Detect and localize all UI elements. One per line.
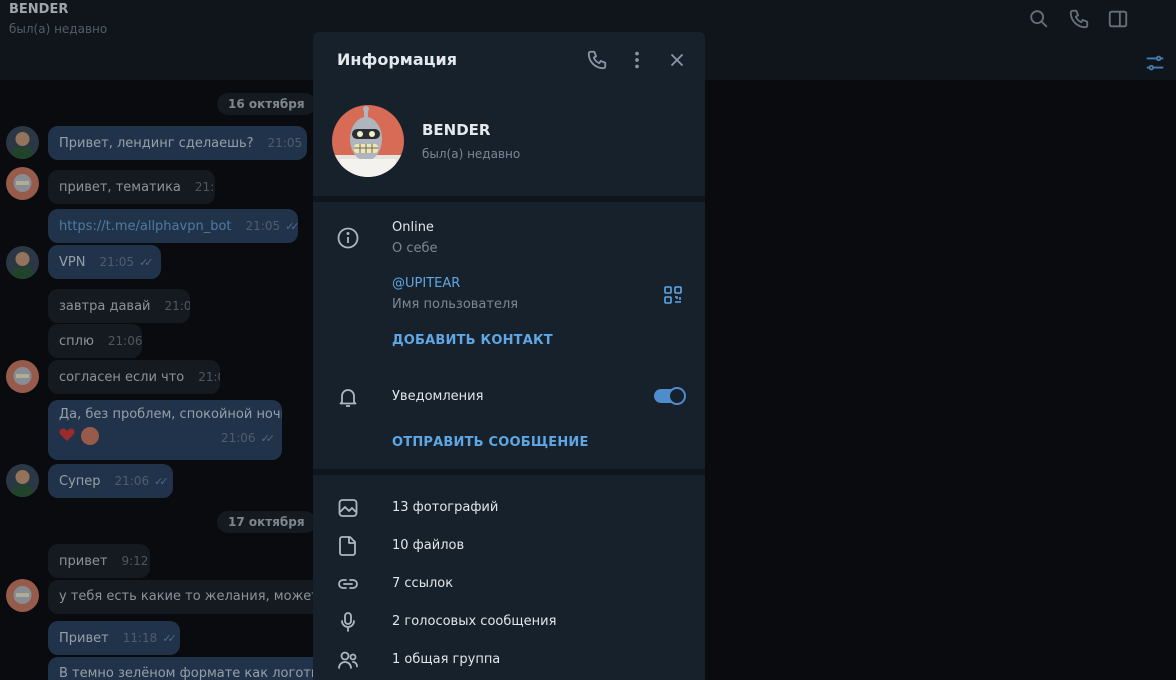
media-groups[interactable]: 1 общая группа (392, 652, 500, 667)
notifications-label: Уведомления (392, 389, 484, 404)
media-links[interactable]: 7 ссылок (392, 576, 453, 591)
toggle-knob (668, 387, 686, 405)
username-label: Имя пользователя (392, 297, 519, 312)
panel-title: Информация (337, 50, 457, 69)
user-info-panel: Информация BENDER был(а) недавно Online … (313, 32, 705, 680)
add-contact-button[interactable]: ДОБАВИТЬ КОНТАКТ (392, 333, 553, 348)
media-files[interactable]: 10 файлов (392, 538, 464, 553)
more-options-icon[interactable] (626, 49, 648, 71)
notifications-toggle[interactable] (654, 387, 686, 405)
link-icon (336, 572, 360, 596)
media-photos[interactable]: 13 фотографий (392, 500, 498, 515)
profile-avatar[interactable] (332, 105, 404, 177)
send-message-button[interactable]: ОТПРАВИТЬ СООБЩЕНИЕ (392, 435, 589, 450)
username-value[interactable]: @UPITEAR (392, 276, 460, 291)
group-icon (336, 648, 360, 672)
bio-text: Online (392, 220, 434, 235)
microphone-icon (336, 610, 360, 634)
close-icon[interactable] (666, 49, 688, 71)
profile-status: был(а) недавно (422, 147, 521, 161)
info-icon (336, 226, 360, 250)
qr-code-icon[interactable] (663, 285, 683, 305)
media-voice[interactable]: 2 голосовых сообщения (392, 614, 556, 629)
file-icon (336, 534, 360, 558)
section-divider (313, 469, 705, 475)
profile-name: BENDER (422, 121, 491, 139)
photo-icon (336, 496, 360, 520)
bell-icon (336, 385, 360, 409)
section-divider (313, 196, 705, 202)
bio-label: О себе (392, 241, 438, 256)
call-icon[interactable] (586, 49, 608, 71)
